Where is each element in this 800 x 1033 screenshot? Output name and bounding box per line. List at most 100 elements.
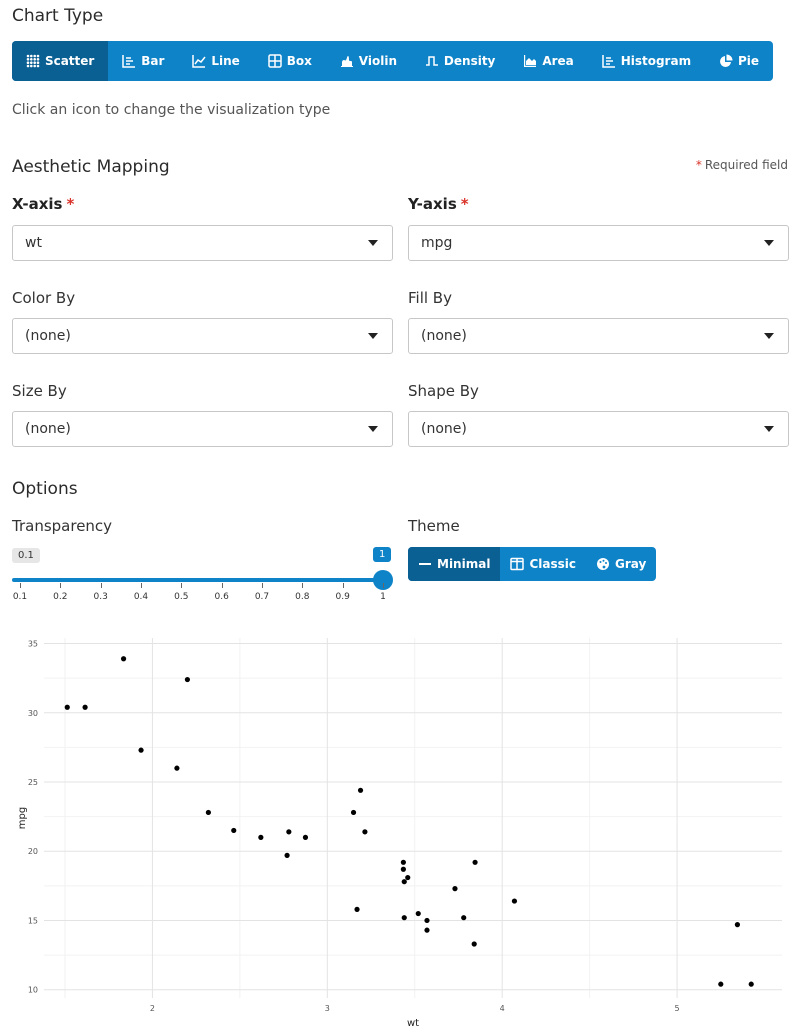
theme-button-label: Gray bbox=[614, 557, 647, 571]
data-point bbox=[258, 834, 264, 840]
x-axis-select[interactable]: wt bbox=[12, 225, 393, 261]
tab-box[interactable]: Box bbox=[254, 41, 326, 81]
tab-label: Area bbox=[542, 54, 574, 68]
density-icon bbox=[425, 54, 439, 68]
data-point bbox=[284, 852, 290, 858]
data-point bbox=[205, 809, 211, 816]
y-axis-caret-icon bbox=[764, 240, 774, 246]
data-point bbox=[415, 910, 421, 917]
pie-chart-icon bbox=[719, 54, 733, 68]
aesthetic-heading: Aesthetic Mapping bbox=[12, 157, 170, 177]
color-by-select-value: (none) bbox=[25, 328, 71, 344]
theme-classic-button[interactable]: Classic bbox=[500, 547, 586, 581]
slider-tick-label: 0.2 bbox=[53, 592, 68, 602]
x-axis-caret-icon bbox=[368, 240, 378, 246]
tab-line[interactable]: Line bbox=[178, 41, 253, 81]
slider-tick-label: 0.8 bbox=[295, 592, 310, 602]
data-point bbox=[82, 704, 88, 710]
data-point bbox=[511, 898, 518, 904]
data-point bbox=[401, 915, 407, 921]
slider-tick-label: 0.4 bbox=[133, 592, 149, 602]
tab-histogram[interactable]: Histogram bbox=[588, 41, 705, 81]
theme-gray-button[interactable]: Gray bbox=[586, 547, 656, 581]
transparency-slider-track[interactable] bbox=[12, 578, 383, 582]
scatter-plot: 2 3 4 5 10 15 20 25 30 35 wt mpg bbox=[17, 638, 782, 1029]
tab-density[interactable]: Density bbox=[411, 41, 509, 81]
minus-icon bbox=[418, 557, 432, 571]
x-axis-label: X-axis * bbox=[12, 195, 74, 213]
theme-label: Theme bbox=[408, 517, 460, 535]
data-point bbox=[64, 704, 70, 710]
theme-button-group: Minimal Classic Gray bbox=[408, 547, 657, 581]
fill-by-select[interactable]: (none) bbox=[408, 318, 789, 354]
y-tick-label: 25 bbox=[28, 778, 38, 787]
theme-minimal-button[interactable]: Minimal bbox=[408, 547, 501, 581]
size-by-select-value: (none) bbox=[25, 421, 71, 437]
fill-by-select-value: (none) bbox=[421, 328, 467, 344]
shape-by-select[interactable]: (none) bbox=[408, 411, 789, 447]
shape-by-caret-icon bbox=[764, 426, 774, 432]
data-point bbox=[748, 981, 754, 987]
data-point bbox=[400, 859, 406, 865]
slider-tick bbox=[181, 583, 183, 588]
slider-tick-label: 0.3 bbox=[93, 592, 108, 602]
tab-bar[interactable]: Bar bbox=[108, 41, 178, 81]
slider-min-badge: 0.1 bbox=[12, 548, 40, 563]
data-point bbox=[424, 917, 430, 924]
data-point bbox=[471, 941, 477, 947]
x-tick-label: 2 bbox=[150, 1004, 155, 1013]
slider-tick-label: 0.1 bbox=[12, 592, 28, 602]
tab-label: Box bbox=[286, 54, 312, 68]
slider-tick bbox=[262, 583, 263, 588]
slider-tick-label: 0.9 bbox=[335, 592, 350, 602]
tab-area[interactable]: Area bbox=[509, 41, 587, 81]
slider-tick-label: 0.5 bbox=[174, 592, 189, 602]
y-tick-label: 15 bbox=[28, 916, 38, 925]
tab-label: Violin bbox=[358, 54, 397, 68]
slider-tick-label: 0.6 bbox=[214, 592, 229, 602]
data-point bbox=[357, 787, 364, 793]
chart-type-heading: Chart Type bbox=[12, 6, 104, 26]
data-point bbox=[401, 879, 407, 885]
transparency-label: Transparency bbox=[12, 517, 113, 535]
required-star: * bbox=[695, 158, 702, 172]
scatter-icon bbox=[26, 54, 40, 68]
size-by-select[interactable]: (none) bbox=[12, 411, 393, 447]
slider-tick bbox=[20, 583, 21, 588]
slider-tick bbox=[221, 583, 223, 588]
data-point bbox=[461, 915, 467, 921]
tab-label: Density bbox=[443, 54, 496, 68]
shape-by-label: Shape By bbox=[408, 382, 479, 400]
color-by-select[interactable]: (none) bbox=[12, 318, 393, 354]
data-point bbox=[350, 809, 357, 816]
tab-label: Pie bbox=[738, 54, 760, 68]
required-note-text: Required field bbox=[704, 158, 788, 172]
x-axis-label-text: X-axis bbox=[12, 195, 63, 213]
x-tick-label: 5 bbox=[675, 1004, 680, 1013]
bar-chart-icon bbox=[122, 54, 136, 68]
tab-label: Line bbox=[211, 54, 240, 68]
data-point bbox=[184, 676, 191, 683]
size-by-caret-icon bbox=[368, 426, 378, 432]
color-by-label: Color By bbox=[12, 289, 76, 307]
data-point bbox=[302, 834, 309, 840]
tab-pie[interactable]: Pie bbox=[705, 41, 773, 81]
data-point bbox=[286, 829, 292, 835]
y-axis-select[interactable]: mpg bbox=[408, 225, 789, 261]
tab-label: Histogram bbox=[620, 54, 692, 68]
fill-by-label: Fill By bbox=[408, 289, 452, 307]
violin-icon bbox=[340, 54, 354, 68]
y-tick-label: 35 bbox=[28, 640, 38, 649]
data-point bbox=[452, 886, 458, 892]
tab-label: Bar bbox=[141, 54, 165, 68]
data-point bbox=[734, 922, 741, 928]
chart-type-tabs: Scatter Bar Line Box Violin Density Area Histog… bbox=[12, 41, 773, 81]
x-axis-title: wt bbox=[407, 1018, 419, 1029]
fill-by-caret-icon bbox=[764, 333, 774, 339]
slider-value-badge: 1 bbox=[373, 547, 392, 562]
x-axis-required-star: * bbox=[66, 195, 75, 213]
tab-scatter[interactable]: Scatter bbox=[12, 41, 109, 81]
tab-violin[interactable]: Violin bbox=[326, 41, 411, 81]
x-tick-label: 4 bbox=[500, 1004, 505, 1013]
palette-icon bbox=[596, 557, 610, 571]
